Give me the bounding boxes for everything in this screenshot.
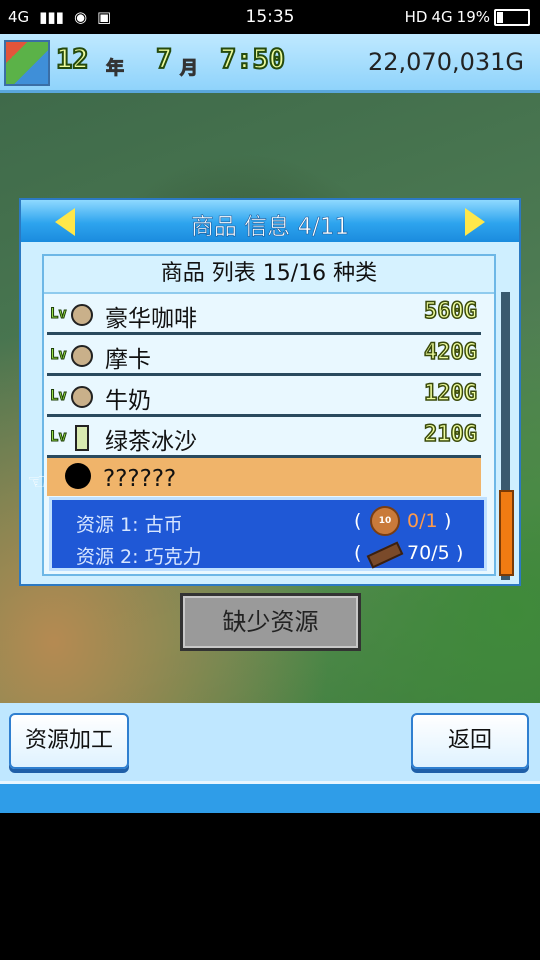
- list-header: 商品 列表 15/16 种类: [44, 256, 494, 294]
- unknown-item-icon: [65, 463, 91, 489]
- month-value: 7: [155, 43, 173, 76]
- level-badge: Lv: [50, 429, 68, 446]
- missing-resources-button[interactable]: 缺少资源: [180, 593, 361, 651]
- footer-strip: [0, 781, 540, 813]
- item-name: 豪华咖啡: [105, 306, 197, 332]
- item-name: 绿茶冰沙: [105, 429, 197, 455]
- coffee-cup-icon: [71, 386, 93, 408]
- scrollbar-thumb[interactable]: [499, 490, 514, 576]
- list-item-selected[interactable]: ☜ ??????: [27, 458, 481, 496]
- money-display: 22,070,031G: [367, 48, 524, 76]
- item-price: 420G: [423, 339, 477, 366]
- panel-title: 商品 信息 4/11: [190, 214, 350, 241]
- level-badge: Lv: [50, 306, 68, 323]
- top-hud: 12 年 7 月 7:50 22,070,031G: [0, 34, 540, 93]
- lte-indicator: 4G: [431, 8, 453, 26]
- resource-1-label: 资源 1: 古币: [76, 514, 183, 536]
- paren-close: ): [456, 542, 464, 564]
- item-name: 摩卡: [105, 347, 151, 373]
- resource-processing-button[interactable]: 资源加工: [9, 713, 129, 769]
- resource-2-value: 70/5: [407, 542, 450, 564]
- month-unit: 月: [180, 58, 199, 80]
- battery-fill: [497, 11, 503, 23]
- product-info-panel: 商品 信息 4/11 商品 列表 15/16 种类 Lv 豪华咖啡 560G L…: [19, 198, 521, 586]
- paren-close: ): [444, 510, 452, 532]
- back-button[interactable]: 返回: [411, 713, 529, 769]
- hd-indicator: HD: [404, 8, 428, 26]
- year-unit: 年: [106, 58, 125, 80]
- list-item[interactable]: Lv 豪华咖啡 560G: [47, 294, 481, 335]
- resource-1-value: 0/1: [407, 510, 438, 532]
- clock-value: 7:50: [219, 43, 286, 76]
- item-name: 牛奶: [105, 388, 151, 414]
- list-item[interactable]: Lv 牛奶 120G: [47, 376, 481, 417]
- resource-2-label: 资源 2: 巧克力: [76, 546, 202, 568]
- chocolate-icon: [366, 541, 404, 569]
- item-price: 560G: [423, 298, 477, 325]
- bottle-icon: [75, 425, 89, 451]
- paren-open: (: [354, 542, 362, 564]
- battery-icon: [494, 8, 530, 26]
- coffee-cup-icon: [71, 304, 93, 326]
- battery-percent: 19%: [456, 8, 490, 26]
- item-name: ??????: [103, 466, 177, 492]
- resource-requirements: 资源 1: 古币 ( 10 0/1 ) 资源 2: 巧克力 ( 70/5 ): [49, 497, 487, 571]
- level-badge: Lv: [50, 347, 68, 364]
- next-arrow-icon[interactable]: [465, 208, 485, 236]
- item-price: 120G: [423, 380, 477, 407]
- item-price: 210G: [423, 421, 477, 448]
- paren-open: (: [354, 510, 362, 532]
- list-item[interactable]: Lv 摩卡 420G: [47, 335, 481, 376]
- panel-header: 商品 信息 4/11: [21, 200, 519, 242]
- pointer-hand-icon: ☜: [27, 470, 47, 495]
- status-bar: 4G ▮▮▮ ◉ ▣ 15:35 HD 4G 19%: [0, 0, 540, 34]
- coin-icon: 10: [370, 506, 400, 536]
- level-badge: Lv: [50, 388, 68, 405]
- bottom-bar: 资源加工 返回: [0, 703, 540, 813]
- product-list: 商品 列表 15/16 种类 Lv 豪华咖啡 560G Lv 摩卡 420G L…: [27, 254, 496, 576]
- list-item[interactable]: Lv 绿茶冰沙 210G: [47, 417, 481, 458]
- town-map-icon[interactable]: [4, 40, 50, 86]
- year-value: 12: [55, 43, 89, 76]
- coffee-cup-icon: [71, 345, 93, 367]
